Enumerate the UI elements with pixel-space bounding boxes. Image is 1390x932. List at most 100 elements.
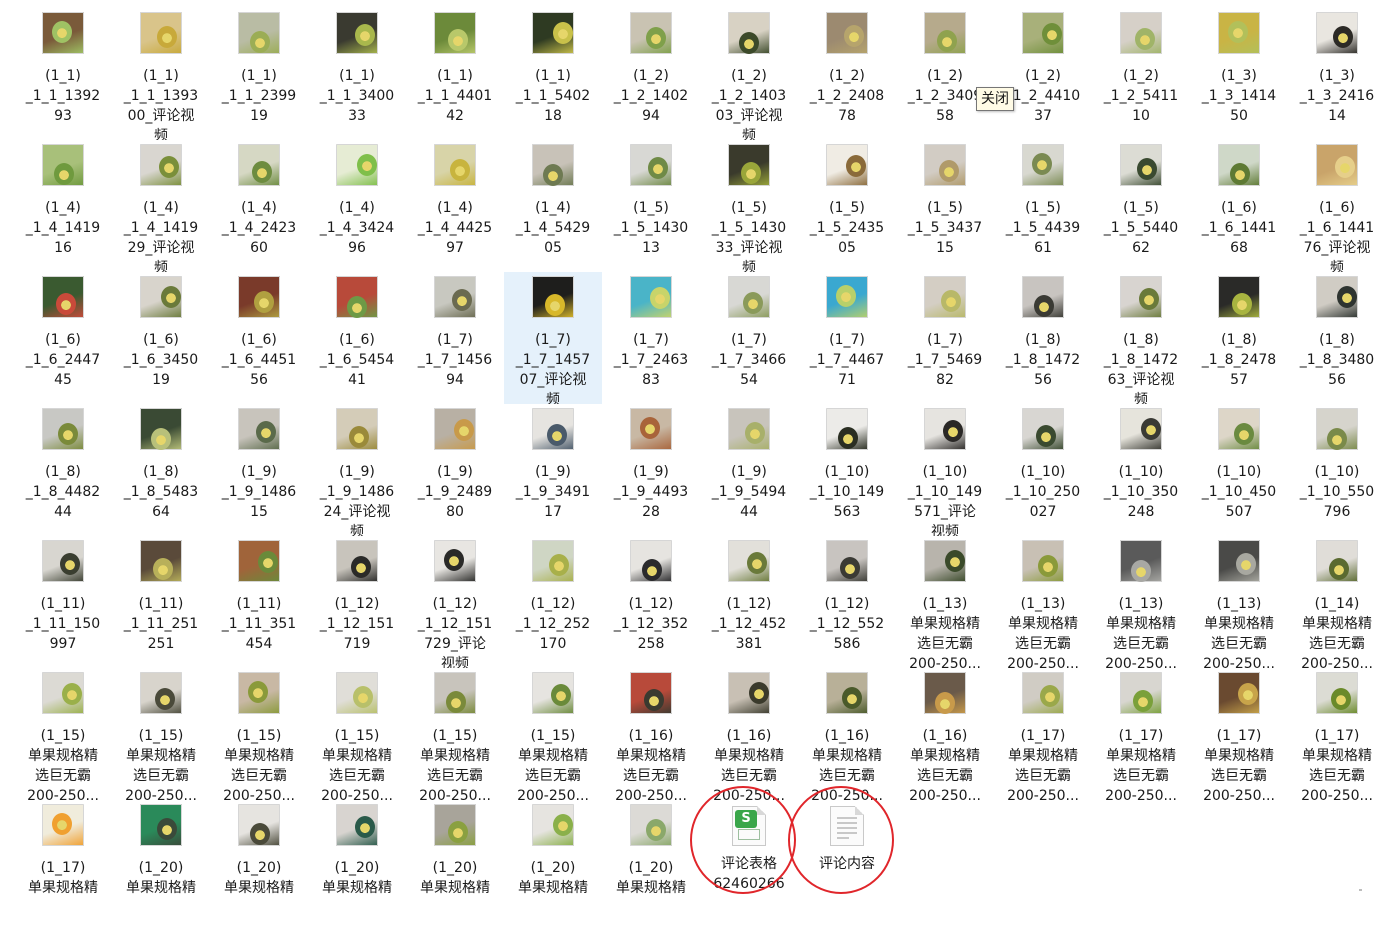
file-item[interactable]: (1_8) _1_8_1472 63_评论视 频 bbox=[1092, 272, 1190, 404]
file-item[interactable]: (1_5) _1_5_5440 62 bbox=[1092, 140, 1190, 272]
file-item[interactable]: (1_2) _1_2_1403 03_评论视 频 bbox=[700, 8, 798, 140]
file-item[interactable]: (1_2) _1_2_1402 94 bbox=[602, 8, 700, 140]
file-item[interactable]: (1_9) _1_9_2489 80 bbox=[406, 404, 504, 536]
file-item[interactable]: (1_15) 单果规格精 选巨无霸 200-250... bbox=[112, 668, 210, 800]
image-thumbnail bbox=[140, 672, 182, 714]
file-item[interactable]: (1_2) _1_2_5411 10 bbox=[1092, 8, 1190, 140]
file-item[interactable]: (1_8) _1_8_3480 56 bbox=[1288, 272, 1386, 404]
file-item[interactable]: (1_3) _1_3_1414 50 bbox=[1190, 8, 1288, 140]
file-name: (1_17) 单果规格精 选巨无霸 200-250... bbox=[1301, 728, 1373, 800]
file-item[interactable]: (1_1) _1_1_2399 19 bbox=[210, 8, 308, 140]
file-item[interactable]: (1_11) _1_11_351 454 bbox=[210, 536, 308, 668]
file-item[interactable]: (1_5) _1_5_3437 15 bbox=[896, 140, 994, 272]
file-item[interactable]: (1_16) 单果规格精 选巨无霸 200-250... bbox=[798, 668, 896, 800]
file-item[interactable]: (1_6) _1_6_2447 45 bbox=[14, 272, 112, 404]
file-item[interactable]: (1_9) _1_9_3491 17 bbox=[504, 404, 602, 536]
file-item[interactable]: (1_12) _1_12_252 170 bbox=[504, 536, 602, 668]
file-item[interactable]: (1_6) _1_6_1441 68 bbox=[1190, 140, 1288, 272]
file-item[interactable]: (1_17) 单果规格精 选巨无霸 200-250... bbox=[1092, 668, 1190, 800]
file-item[interactable]: (1_10) _1_10_250 027 bbox=[994, 404, 1092, 536]
file-item[interactable]: (1_10) _1_10_450 507 bbox=[1190, 404, 1288, 536]
file-item[interactable]: (1_12) _1_12_452 381 bbox=[700, 536, 798, 668]
avocado-shape bbox=[842, 687, 862, 709]
file-item[interactable]: (1_8) _1_8_1472 56 bbox=[994, 272, 1092, 404]
file-item[interactable]: (1_10) _1_10_350 248 bbox=[1092, 404, 1190, 536]
file-item[interactable]: (1_1) _1_1_5402 18 bbox=[504, 8, 602, 140]
file-item[interactable]: (1_1) _1_1_3400 33 bbox=[308, 8, 406, 140]
file-item[interactable]: (1_8) _1_8_5483 64 bbox=[112, 404, 210, 536]
file-item[interactable]: (1_20) 单果规格精 bbox=[210, 800, 308, 932]
file-item[interactable]: (1_4) _1_4_1419 29_评论视 频 bbox=[112, 140, 210, 272]
avocado-shape bbox=[252, 161, 272, 183]
file-item[interactable]: (1_13) 单果规格精 选巨无霸 200-250... bbox=[1092, 536, 1190, 668]
file-item[interactable]: (1_2) _1_2_4410 37 bbox=[994, 8, 1092, 140]
file-item[interactable]: (1_17) 单果规格精 选巨无霸 200-250... bbox=[1288, 668, 1386, 800]
file-item[interactable]: (1_10) _1_10_550 796 bbox=[1288, 404, 1386, 536]
file-item[interactable]: (1_12) _1_12_151 719 bbox=[308, 536, 406, 668]
file-item[interactable]: (1_1) _1_1_1393 00_评论视 频 bbox=[112, 8, 210, 140]
file-item[interactable]: (1_16) 单果规格精 选巨无霸 200-250... bbox=[602, 668, 700, 800]
file-item[interactable]: (1_4) _1_4_1419 16 bbox=[14, 140, 112, 272]
file-item[interactable]: (1_5) _1_5_4439 61 bbox=[994, 140, 1092, 272]
file-item[interactable]: (1_20) 单果规格精 bbox=[504, 800, 602, 932]
file-item[interactable]: (1_1) _1_1_1392 93 bbox=[14, 8, 112, 140]
file-item[interactable]: (1_9) _1_9_5494 44 bbox=[700, 404, 798, 536]
file-item[interactable]: (1_16) 单果规格精 选巨无霸 200-250... bbox=[896, 668, 994, 800]
file-item[interactable]: (1_9) _1_9_4493 28 bbox=[602, 404, 700, 536]
file-item[interactable]: (1_17) 单果规格精 选巨无霸 200-250... bbox=[1190, 668, 1288, 800]
file-name: (1_9) _1_9_5494 44 bbox=[711, 464, 787, 520]
file-item[interactable]: S 评论表格 62460266 bbox=[700, 800, 798, 932]
file-item[interactable]: (1_20) 单果规格精 bbox=[602, 800, 700, 932]
file-item[interactable]: (1_12) _1_12_352 258 bbox=[602, 536, 700, 668]
file-item[interactable]: (1_2) _1_2_2408 78 bbox=[798, 8, 896, 140]
file-item[interactable]: (1_8) _1_8_4482 44 bbox=[14, 404, 112, 536]
file-item[interactable]: (1_3) _1_3_2416 14 bbox=[1288, 8, 1386, 140]
file-item[interactable]: (1_16) 单果规格精 选巨无霸 200-250... bbox=[700, 668, 798, 800]
file-item[interactable]: (1_11) _1_11_251 251 bbox=[112, 536, 210, 668]
file-item[interactable]: (1_9) _1_9_1486 24_评论视 频 bbox=[308, 404, 406, 536]
file-item[interactable]: (1_14) 单果规格精 选巨无霸 200-250... bbox=[1288, 536, 1386, 668]
file-item[interactable]: (1_2) _1_2_3409 58 bbox=[896, 8, 994, 140]
file-item[interactable]: (1_17) 单果规格精 bbox=[14, 800, 112, 932]
file-item[interactable]: (1_20) 单果规格精 bbox=[112, 800, 210, 932]
file-item[interactable]: (1_12) _1_12_552 586 bbox=[798, 536, 896, 668]
file-item[interactable]: (1_11) _1_11_150 997 bbox=[14, 536, 112, 668]
file-item[interactable]: (1_7) _1_7_2463 83 bbox=[602, 272, 700, 404]
file-item[interactable]: (1_5) _1_5_2435 05 bbox=[798, 140, 896, 272]
file-item[interactable]: (1_4) _1_4_4425 97 bbox=[406, 140, 504, 272]
file-item[interactable]: (1_12) _1_12_151 729_评论 视频 bbox=[406, 536, 504, 668]
file-item[interactable]: (1_20) 单果规格精 bbox=[308, 800, 406, 932]
file-item[interactable]: (1_13) 单果规格精 选巨无霸 200-250... bbox=[994, 536, 1092, 668]
file-item[interactable]: (1_6) _1_6_4451 56 bbox=[210, 272, 308, 404]
file-item[interactable]: (1_15) 单果规格精 选巨无霸 200-250... bbox=[504, 668, 602, 800]
file-item[interactable]: (1_13) 单果规格精 选巨无霸 200-250... bbox=[1190, 536, 1288, 668]
file-item[interactable]: (1_15) 单果规格精 选巨无霸 200-250... bbox=[210, 668, 308, 800]
file-item[interactable]: (1_10) _1_10_149 571_评论 视频 bbox=[896, 404, 994, 536]
file-name: (1_11) _1_11_150 997 bbox=[25, 596, 101, 652]
file-item[interactable]: (1_7) _1_7_4467 71 bbox=[798, 272, 896, 404]
file-item[interactable]: (1_10) _1_10_149 563 bbox=[798, 404, 896, 536]
file-item[interactable]: (1_7) _1_7_3466 54 bbox=[700, 272, 798, 404]
file-item[interactable]: (1_4) _1_4_3424 96 bbox=[308, 140, 406, 272]
file-item[interactable]: (1_5) _1_5_1430 13 bbox=[602, 140, 700, 272]
file-item[interactable]: (1_15) 单果规格精 选巨无霸 200-250... bbox=[14, 668, 112, 800]
file-item[interactable]: (1_7) _1_7_5469 82 bbox=[896, 272, 994, 404]
file-item[interactable]: (1_17) 单果规格精 选巨无霸 200-250... bbox=[994, 668, 1092, 800]
file-item[interactable]: (1_15) 单果规格精 选巨无霸 200-250... bbox=[406, 668, 504, 800]
file-item[interactable]: (1_13) 单果规格精 选巨无霸 200-250... bbox=[896, 536, 994, 668]
avocado-shape bbox=[444, 549, 464, 571]
file-item[interactable]: (1_6) _1_6_3450 19 bbox=[112, 272, 210, 404]
file-item[interactable]: (1_6) _1_6_1441 76_评论视 频 bbox=[1288, 140, 1386, 272]
file-item[interactable]: (1_5) _1_5_1430 33_评论视 频 bbox=[700, 140, 798, 272]
file-item[interactable]: (1_20) 单果规格精 bbox=[406, 800, 504, 932]
file-item[interactable]: 评论内容 bbox=[798, 800, 896, 932]
file-item[interactable]: (1_6) _1_6_5454 41 bbox=[308, 272, 406, 404]
file-item[interactable]: (1_7) _1_7_1456 94 bbox=[406, 272, 504, 404]
file-item[interactable]: (1_9) _1_9_1486 15 bbox=[210, 404, 308, 536]
file-item[interactable]: (1_1) _1_1_4401 42 bbox=[406, 8, 504, 140]
file-item[interactable]: (1_7) _1_7_1457 07_评论视 频 bbox=[504, 272, 602, 404]
file-item[interactable]: (1_8) _1_8_2478 57 bbox=[1190, 272, 1288, 404]
file-item[interactable]: (1_4) _1_4_5429 05 bbox=[504, 140, 602, 272]
file-item[interactable]: (1_4) _1_4_2423 60 bbox=[210, 140, 308, 272]
file-item[interactable]: (1_15) 单果规格精 选巨无霸 200-250... bbox=[308, 668, 406, 800]
